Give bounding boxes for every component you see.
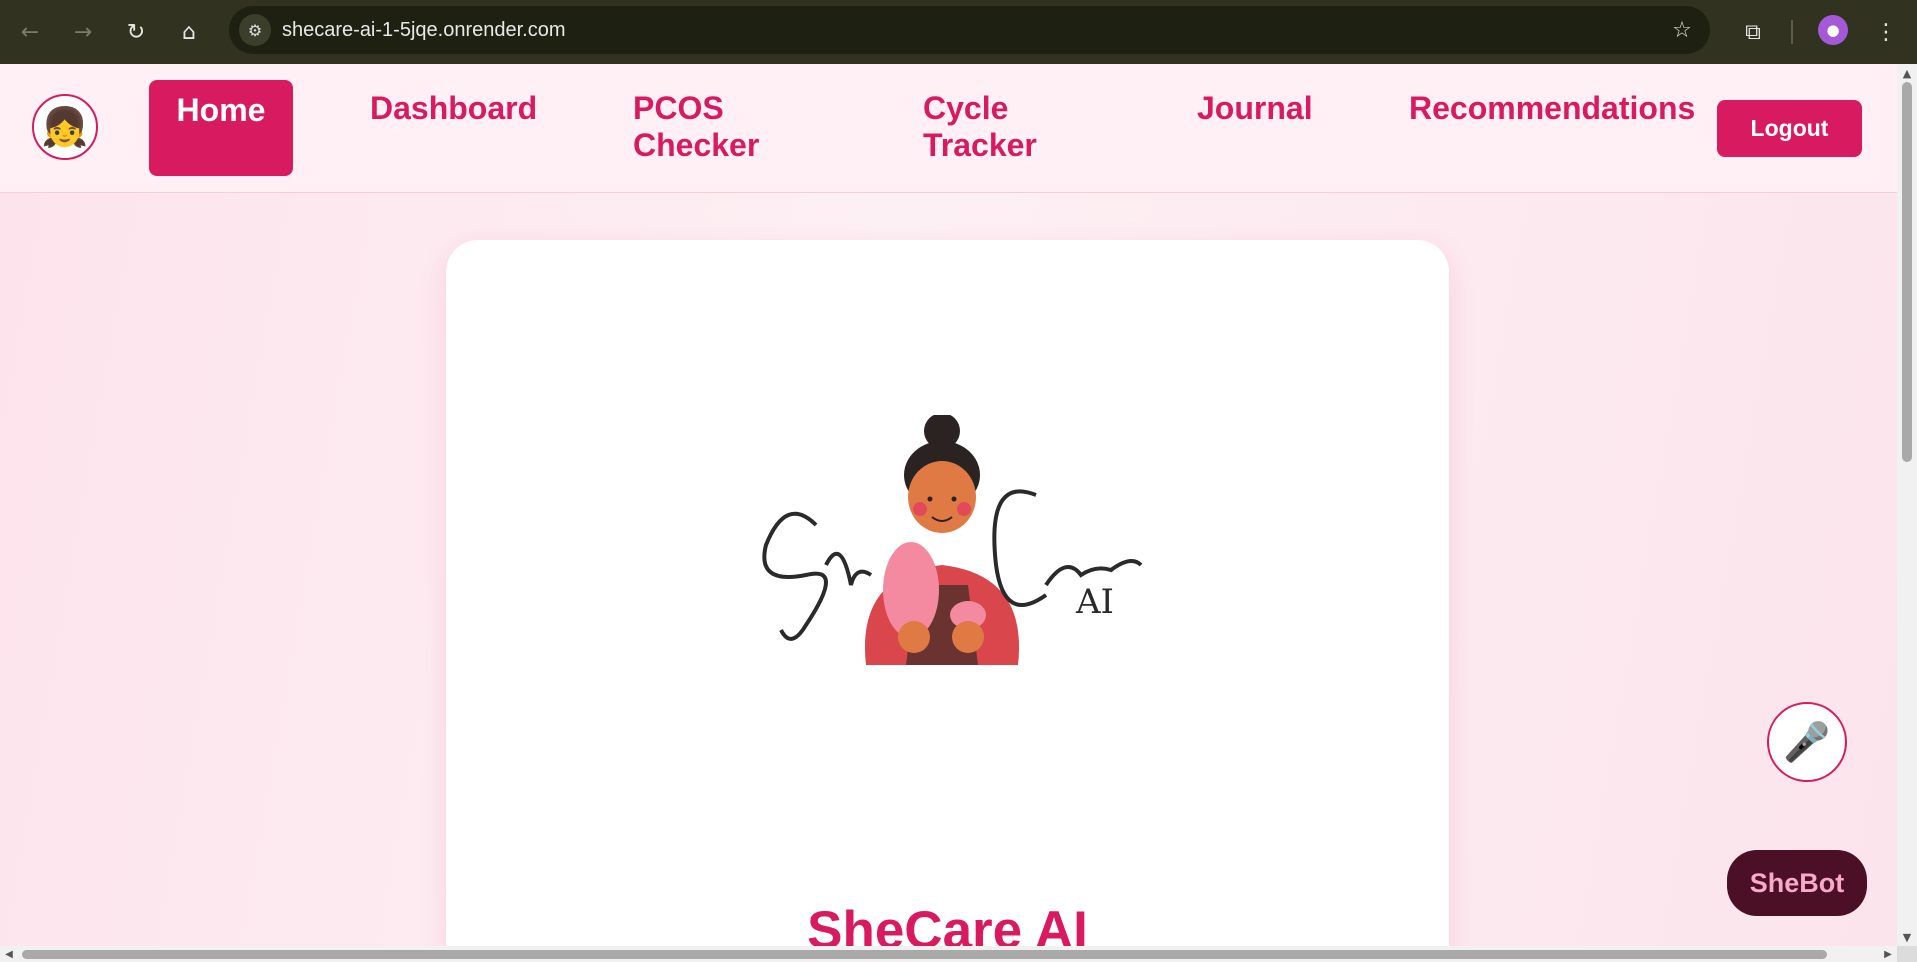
browser-toolbar: ← → ↻ ⌂ ⚙ shecare-ai-1-5jqe.onrender.com… [0,0,1917,64]
shecare-logo-illustration: AI [762,415,1143,665]
home-icon[interactable]: ⌂ [171,14,207,50]
browser-menu-icon[interactable]: ⋮ [1868,14,1904,50]
scrollbar-corner [1897,946,1917,962]
horizontal-scroll-thumb[interactable] [22,950,1827,959]
vertical-scroll-thumb[interactable] [1902,82,1912,462]
voice-microphone-button[interactable]: 🎤 [1767,702,1847,782]
nav-cycle-tracker[interactable]: Cycle Tracker [923,90,1083,164]
reload-icon[interactable]: ↻ [118,14,154,50]
profile-avatar-icon[interactable]: ● [1818,15,1848,45]
back-icon[interactable]: ← [12,14,48,50]
scroll-right-arrow-icon[interactable]: ▶ [1879,946,1897,962]
address-bar[interactable]: ⚙ shecare-ai-1-5jqe.onrender.com ☆ [229,6,1710,54]
bookmark-star-icon[interactable]: ☆ [1666,14,1698,46]
scroll-down-arrow-icon[interactable]: ▼ [1897,928,1917,946]
hero-card: AI SheCare AI [446,240,1449,946]
horizontal-scrollbar[interactable]: ◀ ▶ [0,946,1897,962]
forward-icon[interactable]: → [65,14,101,50]
scroll-left-arrow-icon[interactable]: ◀ [0,946,18,962]
nav-journal[interactable]: Journal [1197,90,1313,127]
site-logo-girl-icon[interactable]: 👧 [32,94,98,160]
nav-dashboard[interactable]: Dashboard [370,90,537,127]
extensions-icon[interactable]: ⧉ [1735,14,1771,50]
nav-recommendations[interactable]: Recommendations [1409,90,1695,127]
site-navbar: 👧 Home Dashboard PCOS Checker Cycle Trac… [0,64,1897,193]
scroll-up-arrow-icon[interactable]: ▲ [1897,64,1917,82]
vertical-scrollbar[interactable]: ▲ ▼ [1897,64,1917,946]
toolbar-separator [1791,20,1793,44]
nav-pcos-checker[interactable]: PCOS Checker [633,90,793,164]
nav-home[interactable]: Home [149,80,293,176]
logout-button[interactable]: Logout [1717,100,1862,157]
site-settings-icon[interactable]: ⚙ [239,14,271,46]
url-text[interactable]: shecare-ai-1-5jqe.onrender.com [282,19,566,42]
page-viewport: 👧 Home Dashboard PCOS Checker Cycle Trac… [0,64,1897,946]
logo-ai-text: AI [1075,582,1114,622]
site-title: SheCare AI [807,901,1088,946]
shebot-chat-button[interactable]: SheBot [1727,850,1867,916]
